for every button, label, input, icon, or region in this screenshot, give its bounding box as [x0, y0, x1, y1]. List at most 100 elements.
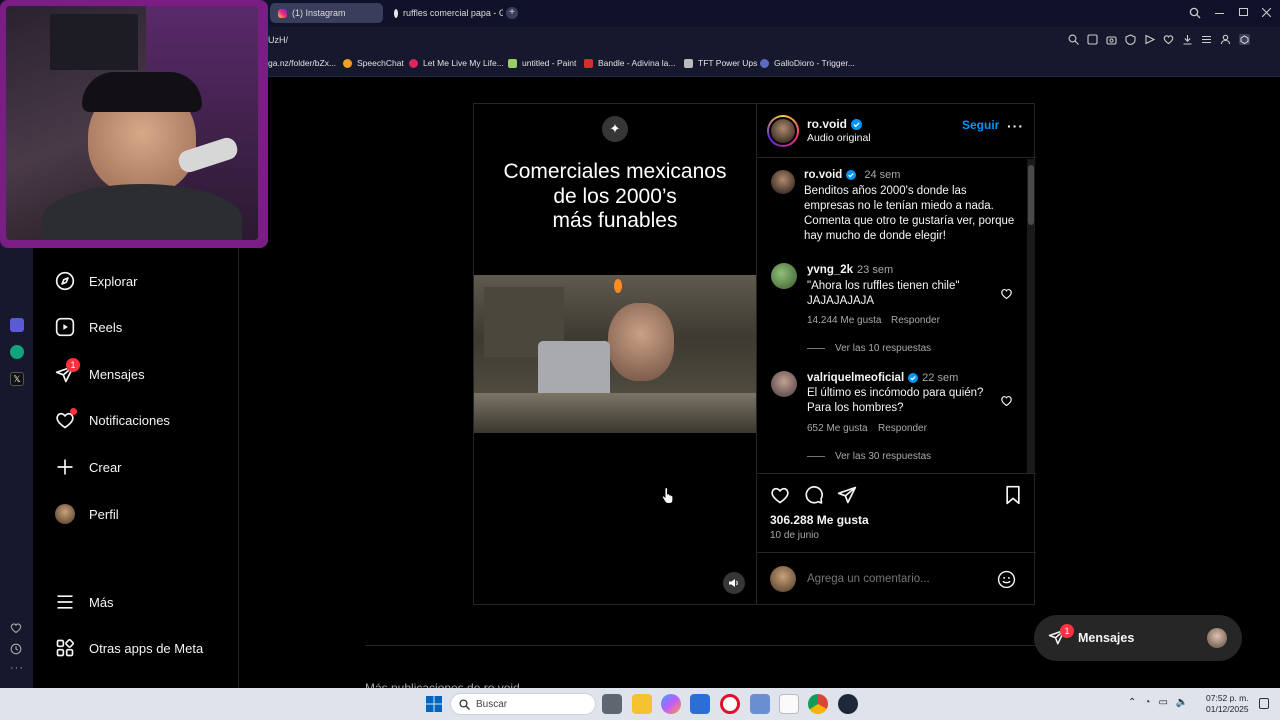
caption-username[interactable]: ro.void	[804, 169, 842, 181]
caption-avatar[interactable]	[771, 170, 795, 194]
heart-outline-icon[interactable]	[1163, 34, 1174, 45]
comment-likes[interactable]: 652 Me gusta	[807, 423, 868, 434]
steam-icon[interactable]	[838, 694, 858, 714]
copilot-icon[interactable]	[661, 694, 681, 714]
bookmark-item[interactable]: untitled - Paint	[508, 58, 576, 68]
close-icon[interactable]	[1262, 8, 1271, 17]
nav-perfil[interactable]: Perfil	[55, 501, 119, 527]
more-options-icon[interactable]: ···	[1007, 118, 1024, 134]
volume-icon[interactable]: 🔈	[1176, 697, 1188, 708]
shield-icon[interactable]	[1125, 34, 1136, 45]
comment-likes[interactable]: 14.244 Me gusta	[807, 315, 882, 326]
author-avatar-ring[interactable]	[767, 115, 799, 147]
tab-google[interactable]: ruffles comercial papa - G	[386, 3, 503, 23]
nav-meta-apps[interactable]: Otras apps de Meta	[55, 635, 203, 661]
play-icon[interactable]	[1144, 34, 1155, 45]
bookmark-item[interactable]: TFT Power Ups	[684, 58, 757, 68]
video-frame[interactable]	[474, 275, 756, 433]
share-icon[interactable]	[837, 485, 857, 505]
account-icon[interactable]	[1220, 34, 1231, 45]
task-view-icon[interactable]	[602, 694, 622, 714]
view-replies-button[interactable]: Ver las 10 respuestas	[835, 343, 931, 354]
follow-button[interactable]: Seguir	[962, 118, 999, 132]
nav-reels[interactable]: Reels	[55, 314, 122, 340]
emoji-icon[interactable]	[997, 570, 1016, 589]
search-icon[interactable]	[1189, 7, 1201, 19]
windows-taskbar: Buscar ⌃ ◔ ▭ 🔈 07:52 p. m. 01/12/2025	[0, 688, 1280, 720]
comment-like-icon[interactable]	[1000, 287, 1013, 300]
comment-avatar[interactable]	[771, 263, 797, 289]
network-icon[interactable]: ◔	[1144, 697, 1150, 708]
nav-crear[interactable]: Crear	[55, 454, 122, 480]
new-tab-button[interactable]: +	[506, 7, 518, 19]
bookmark-item[interactable]: SpeechChat	[343, 58, 404, 68]
x-twitter-icon[interactable]: 𝕏	[10, 372, 24, 386]
menu-lines-icon[interactable]	[1201, 34, 1212, 45]
post-media[interactable]: ✦ Comerciales mexicanos de los 2000’s má…	[474, 104, 756, 604]
nav-mensajes[interactable]: 1 Mensajes	[55, 358, 145, 387]
actions-divider	[757, 473, 1036, 474]
messages-pill[interactable]: 1 Mensajes	[1034, 615, 1242, 661]
nav-notificaciones[interactable]: Notificaciones	[55, 407, 170, 433]
maximize-icon[interactable]	[1239, 8, 1248, 16]
chatgpt-icon[interactable]	[10, 345, 24, 359]
windows-start-icon[interactable]	[426, 696, 442, 712]
likes-count[interactable]: 306.288 Me gusta	[770, 513, 869, 527]
aria-icon[interactable]	[10, 318, 24, 332]
tab-instagram[interactable]: (1) Instagram	[270, 3, 383, 23]
taskbar-search[interactable]: Buscar	[450, 693, 596, 715]
more-dots-icon[interactable]: ···	[10, 662, 24, 674]
nav-label: Notificaciones	[89, 412, 170, 428]
messenger-icon-wrap: 1	[55, 358, 80, 384]
scrollbar-thumb[interactable]	[1028, 165, 1034, 225]
bookmark-item[interactable]: ga.nz/folder/bZx...	[268, 58, 336, 68]
clock-icon[interactable]	[10, 643, 22, 655]
heart-icon-wrap	[55, 408, 77, 430]
like-icon[interactable]	[770, 485, 790, 505]
bookmark-item[interactable]: Let Me Live My Life...	[409, 58, 504, 68]
camera-icon[interactable]	[1106, 34, 1117, 45]
comment-username[interactable]: yvng_2k	[807, 264, 853, 276]
comment-username[interactable]: valriquelmeoficial	[807, 372, 904, 384]
comment-input[interactable]	[807, 570, 987, 588]
comment-reply-button[interactable]: Responder	[891, 315, 940, 326]
speechchat-icon	[343, 58, 352, 68]
bookmark-item[interactable]: Bandle - Adivina la...	[584, 58, 676, 68]
comment-time: 23 sem	[857, 264, 894, 276]
comment-reply-button[interactable]: Responder	[878, 423, 927, 434]
sparkle-icon[interactable]: ✦	[602, 116, 628, 142]
edit-icon[interactable]	[1087, 34, 1098, 45]
download-icon[interactable]	[1182, 34, 1193, 45]
verified-badge-icon	[851, 118, 863, 130]
bookmark-icon[interactable]	[1004, 485, 1022, 505]
file-explorer-icon[interactable]	[632, 694, 652, 714]
audio-label[interactable]: Audio original	[807, 132, 871, 144]
chrome-icon[interactable]	[808, 694, 828, 714]
volume-button[interactable]	[723, 572, 745, 594]
author-name-row[interactable]: ro.void	[807, 117, 863, 131]
comment-icon[interactable]	[804, 485, 824, 505]
minimize-icon[interactable]	[1215, 13, 1224, 14]
comments-scrollbar[interactable]	[1027, 159, 1035, 473]
clock[interactable]: 07:52 p. m. 01/12/2025	[1206, 693, 1249, 715]
comment-like-icon[interactable]	[1000, 394, 1013, 407]
notifications-icon[interactable]	[1259, 698, 1269, 709]
menu-icon	[57, 595, 73, 609]
bookmark-item[interactable]: GalloDioro - Trigger...	[760, 58, 855, 68]
url-text: UzH/	[268, 35, 288, 45]
snipping-tool-icon[interactable]	[750, 694, 770, 714]
opera-icon[interactable]	[720, 694, 740, 714]
chevron-up-icon[interactable]: ⌃	[1128, 697, 1136, 708]
notepad-icon[interactable]	[779, 694, 799, 714]
view-replies-button[interactable]: Ver las 30 respuestas	[835, 451, 931, 462]
store-icon[interactable]	[690, 694, 710, 714]
caption-header: ro.void 24 sem	[804, 169, 900, 181]
heart-outline-icon[interactable]	[10, 622, 22, 634]
nav-explorar[interactable]: Explorar	[55, 268, 137, 294]
comment-header: valriquelmeoficial 22 sem	[807, 372, 958, 384]
zoom-icon[interactable]	[1068, 34, 1079, 45]
nav-mas[interactable]: Más	[55, 589, 114, 615]
display-icon[interactable]: ▭	[1158, 697, 1167, 708]
comment-avatar[interactable]	[771, 371, 797, 397]
extensions-icon[interactable]	[1239, 34, 1250, 45]
